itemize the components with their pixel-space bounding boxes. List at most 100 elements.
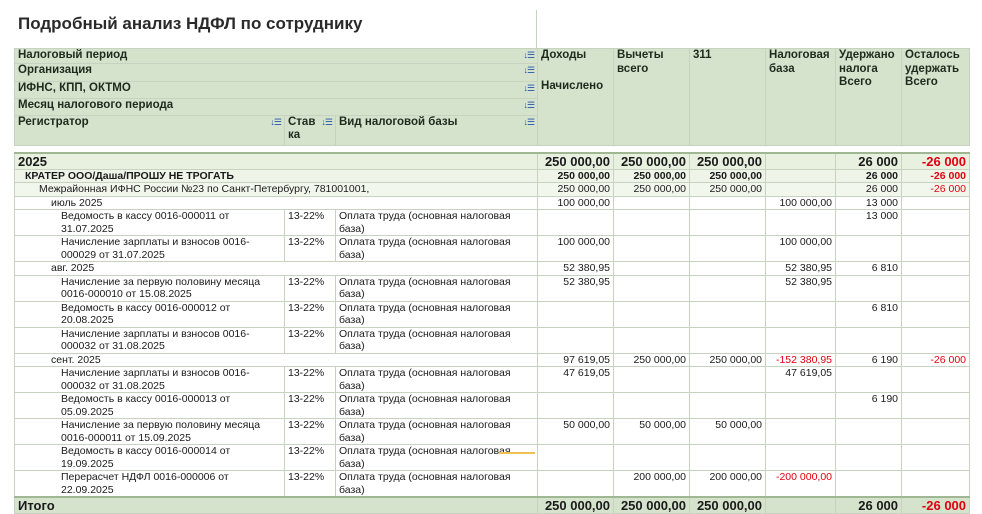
header-remaining[interactable]: Осталось удержать Всего <box>901 48 971 146</box>
withheld-cell: 6 190 <box>835 352 903 367</box>
group-row[interactable]: Межрайонная ИФНС России №23 по Санкт-Пет… <box>13 182 971 197</box>
withheld-cell <box>835 470 903 498</box>
withheld-cell: 26 000 <box>835 168 903 183</box>
tax-base-cell <box>765 151 837 170</box>
group-row[interactable]: авг. 2025 52 380,95 52 380,95 6 810 <box>13 261 971 276</box>
remaining-cell <box>901 418 971 445</box>
total-row: Итого 250 000,00 250 000,00 250 000,00 26 00… <box>13 496 971 514</box>
total-income: 250 000,00 <box>537 496 615 514</box>
tax-base-cell: 52 380,95 <box>765 274 837 302</box>
code311-cell <box>689 366 767 393</box>
base-type-cell: Оплата труда (основная налоговая база) <box>334 444 539 471</box>
remaining-cell <box>901 300 971 328</box>
code311-cell <box>689 261 767 276</box>
rate-cell: 13-22% <box>284 418 336 445</box>
header-rate[interactable]: Став ка ↓☰ <box>284 114 336 146</box>
table-row[interactable]: Ведомость в кассу 0016-000011 от 31.07.2… <box>14 209 971 236</box>
group-row[interactable]: сент. 2025 97 619,05 250 000,00 250 000,00-… <box>13 352 971 367</box>
code311-cell <box>689 392 767 419</box>
remaining-cell <box>901 195 971 210</box>
report-title: Подробный анализ НДФЛ по сотруднику <box>18 14 363 33</box>
tax-base-cell: 47 619,05 <box>765 366 837 393</box>
deductions-cell <box>613 235 691 262</box>
table-row[interactable]: Ведомость в кассу 0016-000013 от 05.09.2… <box>14 392 971 419</box>
income-cell: 250 000,00 <box>537 168 615 183</box>
rate-cell: 13-22% <box>284 274 336 302</box>
rate-cell: 13-22% <box>284 392 336 419</box>
deductions-cell: 250 000,00 <box>613 168 691 183</box>
remaining-cell <box>901 470 971 498</box>
header-ifns[interactable]: ИФНС, КПП, ОКТМО ↓☰ <box>13 80 539 99</box>
header-gap <box>14 144 970 153</box>
group-label: Межрайонная ИФНС России №23 по Санкт-Пет… <box>13 182 539 197</box>
table-row[interactable]: Начисление за первую половину месяца 001… <box>14 418 971 445</box>
header-organization[interactable]: Организация ↓☰ <box>13 62 539 82</box>
total-withheld: 26 000 <box>835 496 903 514</box>
header-income[interactable]: Доходы Начислено <box>537 48 615 146</box>
group-row[interactable]: КРАТЕР ООО/Даша/ПРОШУ НЕ ТРОГАТЬ 250 000,… <box>13 168 971 183</box>
total-label: Итого <box>13 496 539 514</box>
table-row[interactable]: Начисление зарплаты и взносов 0016-00003… <box>14 366 971 393</box>
deductions-cell: 250 000,00 <box>613 151 691 170</box>
registrar-cell: Начисление зарплаты и взносов 0016-00003… <box>14 326 285 354</box>
code311-cell <box>689 444 767 471</box>
table-row[interactable]: Начисление за первую половину месяца 001… <box>14 274 971 302</box>
registrar-cell: Начисление за первую половину месяца 001… <box>14 418 285 445</box>
group-row[interactable]: июль 2025 100 000,00 100 000,00 13 000 <box>13 195 971 210</box>
sort-icon[interactable]: ↓☰ <box>523 82 535 95</box>
rate-cell: 13-22% <box>284 444 336 471</box>
registrar-cell: Перерасчет НДФЛ 0016-000006 от 22.09.202… <box>14 470 285 498</box>
tax-base-cell: 100 000,00 <box>765 195 837 210</box>
deductions-cell <box>613 261 691 276</box>
income-cell: 250 000,00 <box>537 182 615 197</box>
withheld-cell: 6 810 <box>835 300 903 328</box>
income-cell: 97 619,05 <box>537 352 615 367</box>
table-row[interactable]: Начисление зарплаты и взносов 0016-00003… <box>14 326 971 354</box>
deductions-cell <box>613 209 691 236</box>
sort-icon[interactable]: ↓☰ <box>523 116 535 129</box>
sort-icon[interactable]: ↓☰ <box>270 116 282 129</box>
remaining-cell: -26 000 <box>901 151 971 170</box>
income-cell <box>537 470 615 498</box>
header-tax-base[interactable]: Налоговая база <box>765 48 837 146</box>
sort-icon[interactable]: ↓☰ <box>523 49 535 62</box>
scroll-marker <box>499 452 535 457</box>
income-cell <box>537 209 615 236</box>
tax-base-cell <box>765 392 837 419</box>
total-tax-base <box>765 496 837 514</box>
table-row[interactable]: Ведомость в кассу 0016-000014 от 19.09.2… <box>14 444 971 471</box>
registrar-cell: Ведомость в кассу 0016-000012 от 20.08.2… <box>14 300 285 328</box>
withheld-cell <box>835 326 903 354</box>
sort-icon[interactable]: ↓☰ <box>523 64 535 77</box>
table-row[interactable]: Перерасчет НДФЛ 0016-000006 от 22.09.202… <box>14 470 971 498</box>
total-remaining: -26 000 <box>901 496 971 514</box>
tax-base-cell <box>765 209 837 236</box>
header-registrar[interactable]: Регистратор ↓☰ <box>14 114 285 146</box>
income-cell <box>537 444 615 471</box>
income-cell: 52 380,95 <box>537 261 615 276</box>
sort-icon[interactable]: ↓☰ <box>321 116 333 129</box>
header-deductions[interactable]: Вычеты всего <box>613 48 691 146</box>
remaining-cell <box>901 366 971 393</box>
deductions-cell <box>613 366 691 393</box>
header-311[interactable]: 311 <box>689 48 767 146</box>
tax-base-cell: -200 000,00 <box>765 470 837 498</box>
withheld-cell: 13 000 <box>835 209 903 236</box>
sort-icon[interactable]: ↓☰ <box>523 99 535 112</box>
header-tax-period[interactable]: Налоговый период ↓☰ <box>13 48 539 64</box>
tax-base-cell <box>765 168 837 183</box>
header-withheld[interactable]: Удержано налога Всего <box>835 48 903 146</box>
withheld-cell <box>835 444 903 471</box>
income-cell: 250 000,00 <box>537 151 615 170</box>
base-type-cell: Оплата труда (основная налоговая база) <box>334 418 539 445</box>
deductions-cell: 250 000,00 <box>613 182 691 197</box>
remaining-cell <box>901 209 971 236</box>
table-row[interactable]: Начисление зарплаты и взносов 0016-00002… <box>14 235 971 262</box>
group-row[interactable]: 2025 250 000,00 250 000,00 250 000,00 26 000… <box>13 151 971 170</box>
deductions-cell <box>613 392 691 419</box>
header-month[interactable]: Месяц налогового периода ↓☰ <box>13 97 539 116</box>
withheld-cell: 6 810 <box>835 261 903 276</box>
income-cell <box>537 326 615 354</box>
header-base-type[interactable]: Вид налоговой базы ↓☰ <box>334 114 539 146</box>
table-row[interactable]: Ведомость в кассу 0016-000012 от 20.08.2… <box>14 300 971 328</box>
